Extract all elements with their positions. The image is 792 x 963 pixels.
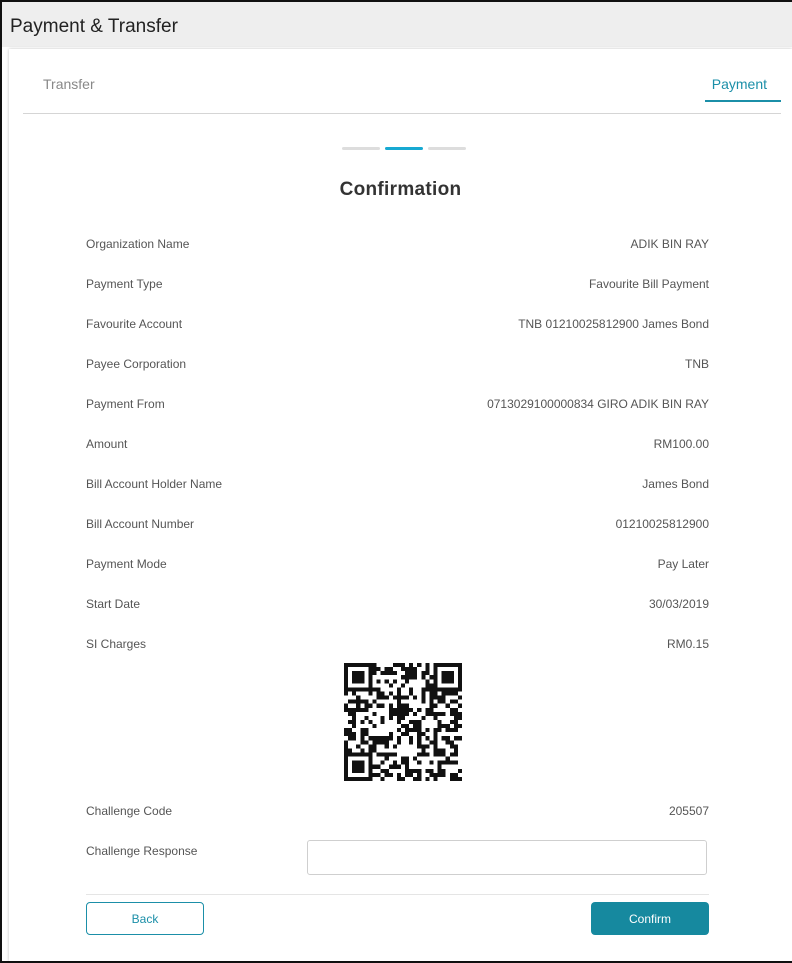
detail-value: Favourite Bill Payment (588, 277, 709, 291)
detail-row-bill-account-number: Bill Account Number 01210025812900 (86, 505, 709, 545)
detail-value: RM0.15 (666, 637, 709, 651)
step-1-indicator (342, 147, 380, 150)
detail-row-favourite-account: Favourite Account TNB 01210025812900 Jam… (86, 305, 709, 345)
detail-row-bill-account-holder-name: Bill Account Holder Name James Bond (86, 465, 709, 505)
divider (86, 894, 709, 895)
detail-label: Payee Corporation (86, 357, 187, 371)
detail-label: Payment Type (86, 277, 163, 291)
detail-row-payment-from: Payment From 0713029100000834 GIRO ADIK … (86, 385, 709, 425)
detail-row-payee-corporation: Payee Corporation TNB (86, 345, 709, 385)
detail-row-amount: Amount RM100.00 (86, 425, 709, 465)
window-title: Payment & Transfer (10, 16, 178, 37)
detail-label: Bill Account Number (86, 517, 195, 531)
detail-value: Pay Later (657, 557, 709, 571)
challenge-code-value: 205507 (668, 804, 709, 818)
challenge-response-label: Challenge Response (86, 844, 198, 858)
detail-label: Amount (86, 437, 128, 451)
active-tab-indicator (705, 100, 781, 102)
detail-value: TNB 01210025812900 James Bond (518, 317, 709, 331)
details-list: Organization Name ADIK BIN RAY Payment T… (86, 225, 709, 665)
qr-code-icon (344, 663, 462, 781)
step-2-indicator (385, 147, 423, 150)
tab-payment[interactable]: Payment (712, 76, 767, 92)
progress-stepper (342, 147, 466, 150)
page-title: Confirmation (339, 179, 462, 200)
tab-bar: Transfer Payment (23, 49, 781, 114)
detail-label: SI Charges (86, 637, 147, 651)
detail-value: 30/03/2019 (648, 597, 709, 611)
detail-label: Organization Name (86, 237, 190, 251)
confirm-button[interactable]: Confirm (591, 902, 709, 935)
main-panel: Transfer Payment Confirmation Organizati… (9, 49, 792, 961)
detail-row-organization-name: Organization Name ADIK BIN RAY (86, 225, 709, 265)
detail-row-start-date: Start Date 30/03/2019 (86, 585, 709, 625)
detail-value: James Bond (642, 477, 709, 491)
detail-label: Payment From (86, 397, 165, 411)
detail-value: RM100.00 (653, 437, 709, 451)
challenge-response-input[interactable] (307, 840, 707, 875)
detail-value: TNB (685, 357, 709, 371)
step-3-indicator (428, 147, 466, 150)
detail-label: Start Date (86, 597, 141, 611)
detail-value: ADIK BIN RAY (630, 237, 709, 251)
detail-label: Payment Mode (86, 557, 167, 571)
detail-value: 01210025812900 (615, 517, 709, 531)
back-button[interactable]: Back (86, 902, 204, 935)
detail-row-si-charges: SI Charges RM0.15 (86, 625, 709, 665)
detail-row-payment-mode: Payment Mode Pay Later (86, 545, 709, 585)
detail-row-payment-type: Payment Type Favourite Bill Payment (86, 265, 709, 305)
challenge-code-label: Challenge Code (86, 804, 173, 818)
tab-transfer[interactable]: Transfer (43, 76, 95, 92)
title-bar: Payment & Transfer (2, 2, 792, 47)
detail-value: 0713029100000834 GIRO ADIK BIN RAY (487, 397, 709, 411)
detail-label: Bill Account Holder Name (86, 477, 223, 491)
detail-label: Favourite Account (86, 317, 183, 331)
